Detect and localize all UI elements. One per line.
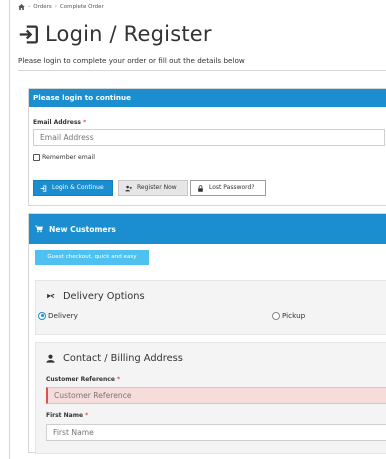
contact-billing-heading: Contact / Billing Address xyxy=(46,353,183,364)
breadcrumb-separator: › xyxy=(28,4,31,10)
customer-reference-label-text: Customer Reference xyxy=(46,376,115,383)
sign-in-icon xyxy=(19,24,38,44)
pickup-option[interactable]: Pickup xyxy=(272,311,305,320)
first-name-label-text: First Name xyxy=(46,412,84,419)
email-label-text: Email Address xyxy=(33,119,82,126)
page-subtitle: Please login to complete your order or f… xyxy=(18,56,245,65)
customer-reference-label: Customer Reference * xyxy=(46,376,120,383)
email-label: Email Address * xyxy=(33,119,86,126)
truck-icon xyxy=(47,293,55,299)
home-icon[interactable] xyxy=(18,4,25,10)
lost-password-button[interactable]: Lost Password? xyxy=(190,180,266,196)
login-panel-header: Please login to continue xyxy=(29,89,386,107)
email-field[interactable] xyxy=(33,129,385,146)
required-mark: * xyxy=(83,119,87,126)
remember-email[interactable]: Remember email xyxy=(33,154,95,161)
delivery-option[interactable]: Delivery xyxy=(38,311,78,320)
breadcrumb-separator: › xyxy=(54,4,57,10)
delivery-options-heading: Delivery Options xyxy=(46,291,145,302)
delivery-options-section: Delivery Options Delivery Pickup xyxy=(35,280,386,335)
add-user-icon xyxy=(125,185,132,191)
remember-email-checkbox[interactable] xyxy=(33,154,40,161)
guest-checkout-button[interactable]: Guest checkout, quick and easy xyxy=(35,250,149,265)
login-panel: Please login to continue Email Address *… xyxy=(28,88,386,206)
contact-billing-title: Contact / Billing Address xyxy=(63,353,183,364)
required-mark: * xyxy=(85,412,89,419)
pickup-option-label: Pickup xyxy=(282,311,306,320)
delivery-options-title: Delivery Options xyxy=(63,291,145,302)
user-icon xyxy=(46,354,55,363)
required-mark: * xyxy=(117,376,121,383)
login-continue-label: Login & Continue xyxy=(52,184,104,191)
first-name-field[interactable] xyxy=(46,424,386,441)
register-now-label: Register Now xyxy=(137,184,177,191)
page-title: Login / Register xyxy=(45,22,212,46)
divider xyxy=(18,70,386,71)
breadcrumb-item-complete-order: Complete Order xyxy=(59,4,104,10)
remember-email-label: Remember email xyxy=(42,154,95,161)
cart-icon xyxy=(35,225,43,233)
register-now-button[interactable]: Register Now xyxy=(118,180,188,196)
breadcrumb: › Orders › Complete Order xyxy=(18,4,104,10)
lock-icon xyxy=(198,184,203,192)
new-customers-title: New Customers xyxy=(49,224,116,234)
lost-password-label: Lost Password? xyxy=(209,184,255,191)
left-border xyxy=(9,0,10,459)
delivery-radio[interactable] xyxy=(38,311,46,320)
pickup-radio[interactable] xyxy=(272,311,280,320)
login-continue-button[interactable]: Login & Continue xyxy=(33,180,113,196)
first-name-label: First Name * xyxy=(46,412,88,419)
page-header: Login / Register xyxy=(18,22,212,46)
breadcrumb-item-orders[interactable]: Orders xyxy=(33,4,52,10)
sign-in-icon xyxy=(40,184,47,192)
new-customers-panel: New Customers Guest checkout, quick and … xyxy=(28,213,386,454)
new-customers-header: New Customers xyxy=(29,214,386,244)
contact-billing-section: Contact / Billing Address Customer Refer… xyxy=(35,342,386,454)
customer-reference-field[interactable] xyxy=(46,387,386,404)
delivery-option-label: Delivery xyxy=(48,311,78,320)
